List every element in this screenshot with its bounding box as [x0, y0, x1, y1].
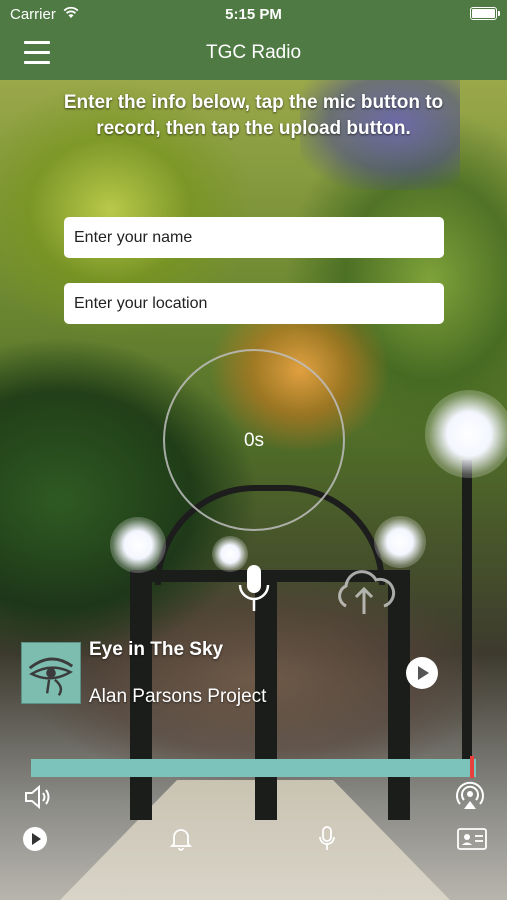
- playback-progress-thumb[interactable]: [470, 756, 474, 778]
- album-art: [21, 642, 81, 704]
- street-lamp-left: [110, 517, 166, 573]
- notifications-tab[interactable]: [170, 827, 192, 851]
- playback-progress-bar[interactable]: [31, 759, 476, 777]
- status-bar: Carrier 5:15 PM: [0, 0, 507, 28]
- volume-button[interactable]: [23, 783, 53, 811]
- clock: 5:15 PM: [225, 6, 282, 23]
- volume-icon: [25, 784, 50, 810]
- microphone-icon: [319, 826, 335, 850]
- airplay-icon: [456, 781, 484, 809]
- lamp-post: [462, 460, 472, 760]
- play-track-icon[interactable]: [406, 657, 438, 689]
- name-input[interactable]: [64, 217, 444, 258]
- street-lamp-right: [425, 390, 507, 478]
- page-title: TGC Radio: [205, 42, 302, 63]
- eye-of-horus-icon: [28, 657, 74, 696]
- contact-tab[interactable]: [457, 826, 487, 850]
- airplay-button[interactable]: [455, 781, 485, 811]
- street-lamp-arch-right: [374, 516, 426, 568]
- location-input[interactable]: [64, 283, 444, 324]
- record-tab[interactable]: [317, 826, 337, 852]
- record-microphone-icon[interactable]: [234, 563, 274, 615]
- instructions-text: Enter the info below, tap the mic button…: [63, 92, 444, 139]
- upload-cloud-icon[interactable]: [330, 566, 398, 616]
- contact-card-icon: [457, 828, 487, 850]
- play-icon: [23, 827, 47, 851]
- recording-elapsed-time: 0s: [243, 430, 265, 451]
- now-playing-artist: Alan Parsons Project: [89, 686, 267, 707]
- bell-icon: [170, 829, 192, 851]
- play-tab[interactable]: [22, 826, 48, 852]
- battery-icon: [470, 7, 500, 20]
- now-playing-title: Eye in The Sky: [89, 639, 224, 660]
- navigation-bar: TGC Radio: [0, 28, 507, 80]
